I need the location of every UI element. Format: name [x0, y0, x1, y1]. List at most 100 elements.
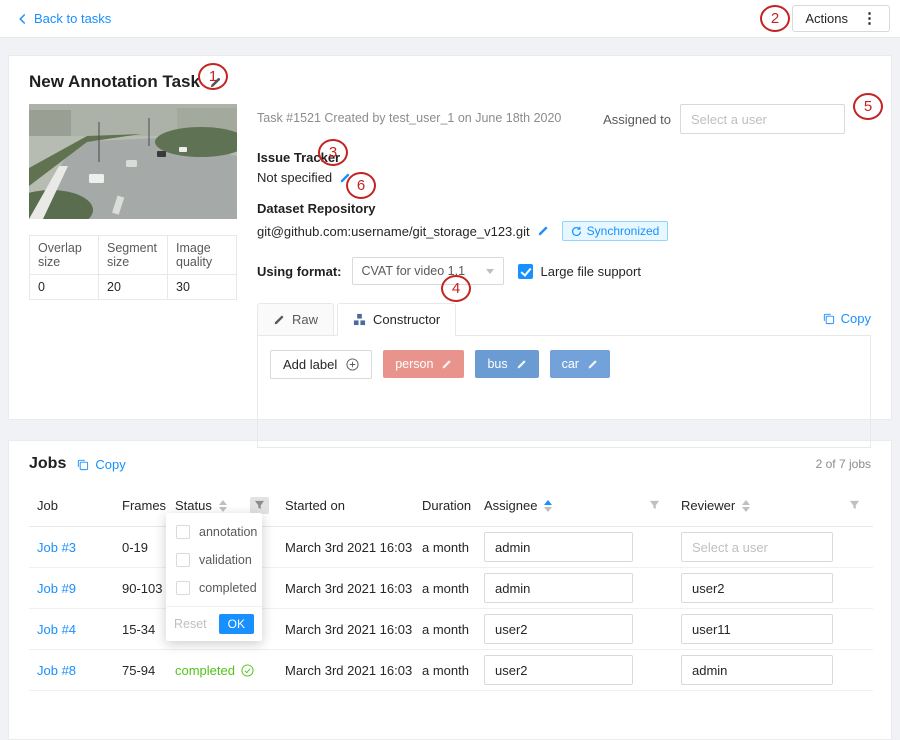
tab-constructor-label: Constructor: [373, 312, 440, 327]
assignee-input[interactable]: [484, 614, 633, 644]
issue-tracker-value: Not specified: [257, 170, 332, 185]
job-duration: a month: [414, 650, 476, 691]
job-row: Job #9 90-103 March 3rd 2021 16:03 a mon…: [29, 568, 873, 609]
job-row: Job #4 15-34 March 3rd 2021 16:03 a mont…: [29, 609, 873, 650]
add-label-button[interactable]: Add label: [270, 350, 372, 379]
column-status-label: Status: [175, 498, 212, 513]
large-file-support-checkbox[interactable]: Large file support: [518, 264, 641, 279]
synchronized-badge: Synchronized: [562, 221, 669, 241]
edit-label-icon[interactable]: [587, 359, 598, 370]
column-duration-label: Duration: [422, 498, 471, 513]
job-frames: 90-103: [114, 568, 167, 609]
edit-issue-tracker-icon[interactable]: [339, 172, 351, 184]
checkbox-unchecked-icon[interactable]: [176, 525, 190, 539]
task-parameters-table: Overlap size Segment size Image quality …: [29, 235, 237, 300]
column-header-frames[interactable]: Frames: [114, 485, 167, 527]
task-preview-image: [29, 104, 237, 219]
param-header-quality: Image quality: [168, 236, 237, 275]
back-to-tasks-link[interactable]: Back to tasks: [18, 11, 111, 26]
edit-label-icon[interactable]: [516, 359, 527, 370]
edit-task-name-icon[interactable]: [209, 76, 222, 89]
format-select[interactable]: CVAT for video 1.1: [352, 257, 504, 285]
tab-raw-label: Raw: [292, 312, 318, 327]
jobs-title: Jobs: [29, 455, 66, 473]
param-value-overlap: 0: [30, 275, 99, 300]
reviewer-filter-cell[interactable]: [841, 485, 873, 527]
edit-repository-icon[interactable]: [537, 225, 549, 237]
reviewer-input[interactable]: [681, 655, 833, 685]
reviewer-sort-icon[interactable]: [742, 500, 750, 512]
column-reviewer-label: Reviewer: [681, 498, 735, 513]
column-header-job[interactable]: Job: [29, 485, 114, 527]
filter-reset-button[interactable]: Reset: [174, 617, 207, 631]
column-header-reviewer[interactable]: Reviewer: [673, 485, 841, 527]
status-filter-dropdown: annotation validation completed Reset OK: [166, 513, 262, 641]
checkbox-unchecked-icon[interactable]: [176, 581, 190, 595]
filter-option-annotation[interactable]: annotation: [166, 518, 262, 546]
job-frames: 75-94: [114, 650, 167, 691]
actions-label: Actions: [805, 11, 848, 26]
checkbox-unchecked-icon[interactable]: [176, 553, 190, 567]
reviewer-input[interactable]: [681, 573, 833, 603]
sync-icon: [571, 226, 582, 237]
filter-ok-button[interactable]: OK: [219, 614, 254, 634]
job-frames: 15-34: [114, 609, 167, 650]
labels-copy-label: Copy: [841, 311, 871, 326]
job-link[interactable]: Job #9: [37, 581, 76, 596]
format-selected-value: CVAT for video 1.1: [362, 264, 466, 278]
assigned-to-label: Assigned to: [603, 112, 671, 127]
filter-option-annotation-label: annotation: [199, 525, 257, 539]
assignee-sort-icon[interactable]: [544, 500, 552, 512]
block-icon: [353, 313, 366, 326]
chevron-left-icon: [18, 13, 27, 25]
job-row: Job #8 75-94 completed March 3rd 2021 16…: [29, 650, 873, 691]
filter-option-completed[interactable]: completed: [166, 574, 262, 602]
jobs-card: Jobs Copy 2 of 7 jobs Job Frames Status: [8, 440, 892, 740]
job-duration: a month: [414, 527, 476, 568]
status-filter-icon[interactable]: [250, 497, 269, 514]
job-link[interactable]: Job #3: [37, 540, 76, 555]
assignee-input[interactable]: [484, 655, 633, 685]
label-chip-car[interactable]: car: [550, 350, 610, 378]
edit-label-icon[interactable]: [441, 359, 452, 370]
label-chip-car-name: car: [562, 357, 579, 371]
filter-option-validation[interactable]: validation: [166, 546, 262, 574]
column-assignee-label: Assignee: [484, 498, 537, 513]
job-status-completed: completed: [175, 663, 254, 678]
job-started: March 3rd 2021 16:03: [277, 527, 414, 568]
jobs-copy-button[interactable]: Copy: [76, 457, 125, 472]
more-menu-icon[interactable]: ⋮: [862, 11, 877, 26]
label-chip-person[interactable]: person: [383, 350, 464, 378]
task-details-card: New Annotation Task: [8, 55, 892, 420]
param-header-segment: Segment size: [99, 236, 168, 275]
chevron-down-icon: [486, 269, 494, 274]
actions-button[interactable]: Actions ⋮: [792, 5, 890, 32]
label-chip-bus-name: bus: [487, 357, 507, 371]
label-chip-bus[interactable]: bus: [475, 350, 538, 378]
assignee-filter-cell[interactable]: [641, 485, 673, 527]
assignee-input[interactable]: [484, 532, 633, 562]
assignee-input[interactable]: [484, 573, 633, 603]
copy-icon: [822, 312, 835, 325]
labels-copy-button[interactable]: Copy: [822, 311, 871, 335]
column-header-assignee[interactable]: Assignee: [476, 485, 641, 527]
large-file-support-label: Large file support: [541, 264, 641, 279]
reviewer-input[interactable]: [681, 614, 833, 644]
checkbox-checked-icon[interactable]: [518, 264, 533, 279]
job-frames: 0-19: [114, 527, 167, 568]
assignee-select-input[interactable]: [680, 104, 845, 134]
reviewer-filter-icon[interactable]: [849, 482, 865, 529]
jobs-count: 2 of 7 jobs: [816, 457, 871, 471]
tab-constructor[interactable]: Constructor: [337, 303, 456, 336]
tab-raw[interactable]: Raw: [257, 303, 334, 336]
column-header-duration[interactable]: Duration: [414, 485, 476, 527]
filter-option-completed-label: completed: [199, 581, 257, 595]
column-header-started[interactable]: Started on: [277, 485, 414, 527]
reviewer-input[interactable]: [681, 532, 833, 562]
status-sort-icon[interactable]: [219, 500, 227, 512]
add-label-text: Add label: [283, 357, 337, 372]
assignee-filter-icon[interactable]: [649, 482, 665, 529]
job-link[interactable]: Job #8: [37, 663, 76, 678]
task-title: New Annotation Task: [29, 72, 200, 92]
job-link[interactable]: Job #4: [37, 622, 76, 637]
